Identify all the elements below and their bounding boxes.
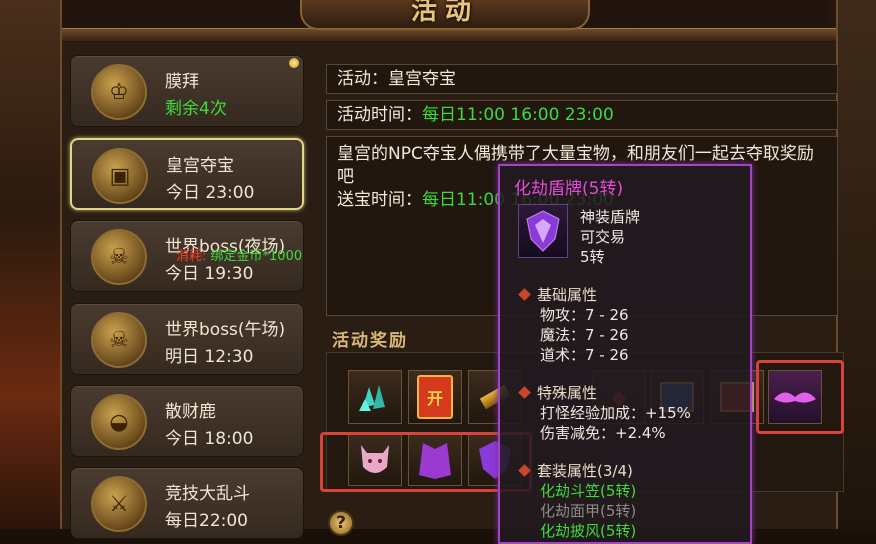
base-attr: 物攻：7 - 26 [540, 306, 629, 324]
gold-ingot-icon: ◒ [91, 394, 147, 450]
activity-name: 膜拜 [165, 72, 199, 92]
activity-time: 今日 18:00 [165, 429, 254, 449]
crossed-swords-icon: ⚔ [91, 476, 147, 532]
activity-item-world-boss-noon[interactable]: ☠ 世界boss(午场) 明日 12:30 [70, 303, 304, 375]
header-banner: 活动 [300, 0, 590, 30]
cost-float-message: 消耗: 绑定金币*1000 [176, 245, 302, 264]
set-item-missing: 化劫面甲(5转) [540, 502, 637, 520]
activity-label: 活动： [337, 69, 388, 89]
tooltip-title: 化劫盾牌(5转) [514, 179, 624, 199]
special-attr: 打怪经验加成：+15% [540, 404, 691, 422]
cost-label: 消耗: [176, 249, 207, 264]
activity-name-row: 活动：皇宫夺宝 [326, 64, 838, 94]
activity-item-mobai[interactable]: ♔ 膜拜 剩余4次 [70, 55, 304, 127]
reward-slot-crystal[interactable] [348, 370, 402, 424]
purple-shield-icon [526, 210, 560, 252]
red-envelope-icon: 开 [417, 375, 453, 419]
reward-title: 活动奖励 [332, 331, 408, 351]
page-title: 活动 [410, 0, 479, 26]
tooltip-item-frame [518, 204, 568, 258]
crystal-shards-icon [359, 385, 385, 411]
base-attr: 魔法：7 - 26 [540, 326, 629, 344]
set-attr-title: 套装属性(3/4) [518, 460, 633, 481]
highlight-wings [756, 360, 844, 434]
reward-slot-red-envelope[interactable]: 开 [408, 370, 462, 424]
cost-value: 绑定金币*1000 [210, 249, 303, 264]
activity-name: 竞技大乱斗 [165, 484, 250, 504]
activity-time: 明日 12:30 [165, 347, 254, 367]
activity-time: 今日 23:00 [166, 183, 255, 203]
activity-detail-name: 皇宫夺宝 [388, 69, 456, 89]
activity-remaining: 剩余4次 [165, 99, 227, 119]
special-attr-title: 特殊属性 [518, 382, 597, 403]
top-border [62, 28, 836, 42]
notification-dot [289, 58, 299, 68]
item-tooltip: 化劫盾牌(5转) 神装盾牌 可交易 5转 基础属性 物攻：7 - 26 魔法：7… [498, 164, 752, 544]
send-time-label: 送宝时间： [337, 190, 422, 210]
envelope-char: 开 [426, 389, 443, 408]
tooltip-item-type: 神装盾牌 [580, 208, 641, 226]
activity-time-row: 活动时间：每日11:00 16:00 23:00 [326, 100, 838, 130]
activity-item-arena-brawl[interactable]: ⚔ 竞技大乱斗 每日22:00 [70, 467, 304, 539]
set-item-owned: 化劫斗笠(5转) [540, 482, 637, 500]
activity-item-palace-treasure[interactable]: ▣ 皇宫夺宝 今日 23:00 [70, 138, 304, 210]
activity-name: 散财鹿 [165, 402, 216, 422]
time-label: 活动时间： [337, 105, 422, 125]
diamond-bullet-icon [518, 464, 531, 477]
help-button[interactable]: ? [328, 510, 354, 536]
activity-name: 世界boss(午场) [165, 320, 286, 340]
set-item-owned: 化劫披风(5转) [540, 522, 637, 540]
diamond-bullet-icon [518, 386, 531, 399]
base-attr: 道术：7 - 26 [540, 346, 629, 364]
activity-item-wealth-deer[interactable]: ◒ 散财鹿 今日 18:00 [70, 385, 304, 457]
tooltip-tradable: 可交易 [580, 228, 626, 246]
left-ornament [0, 0, 62, 529]
special-attr: 伤害减免：+2.4% [540, 424, 666, 442]
diamond-bullet-icon [518, 288, 531, 301]
tooltip-level: 5转 [580, 248, 605, 266]
base-attr-title: 基础属性 [518, 284, 597, 305]
statue-icon: ♔ [91, 64, 147, 120]
activity-time: 每日22:00 [165, 511, 248, 531]
time-value: 每日11:00 16:00 23:00 [422, 105, 614, 125]
demon-skull-icon: ☠ [91, 312, 147, 368]
treasure-chest-icon: ▣ [92, 148, 148, 204]
activity-name: 皇宫夺宝 [166, 156, 234, 176]
demon-skull-icon: ☠ [91, 229, 147, 285]
